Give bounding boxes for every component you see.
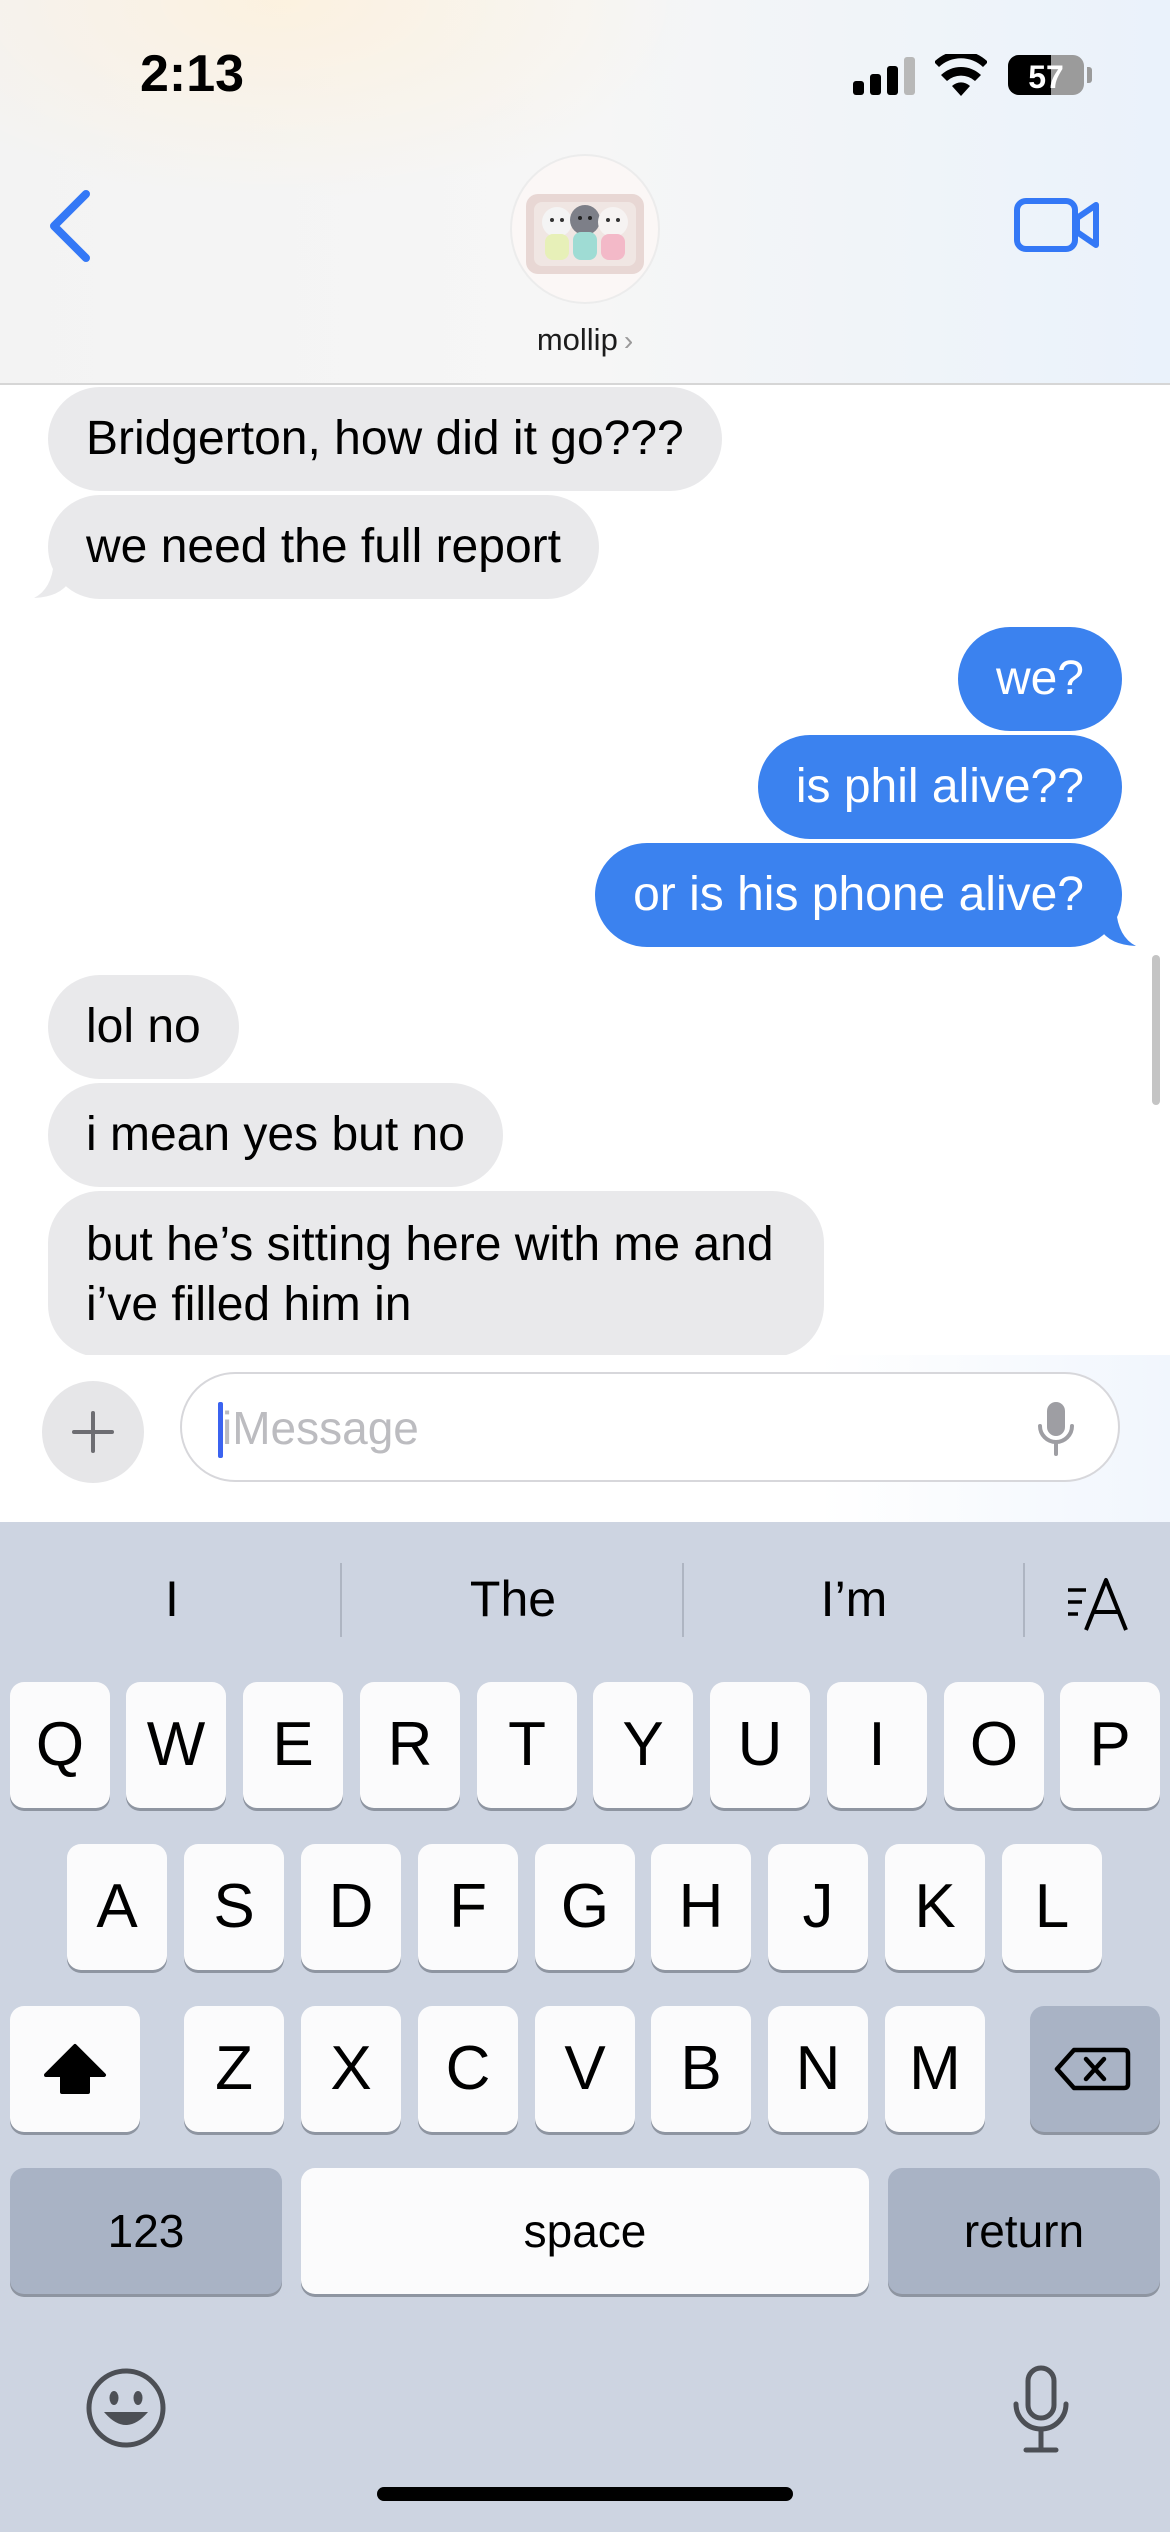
key-c[interactable]: C [418,2006,518,2132]
bubble-tail [34,551,70,598]
delete-key[interactable] [1030,2006,1160,2132]
key-u[interactable]: U [710,1682,810,1808]
contact-name[interactable]: mollip › [0,322,1170,358]
suggestion-divider [340,1563,342,1637]
message-list[interactable]: Bridgerton, how did it go??? we need the… [0,385,1170,1355]
battery-cap [1087,67,1092,83]
message-bubble-received[interactable]: we need the full report [48,495,599,599]
shift-key[interactable] [10,2006,140,2132]
status-time: 2:13 [140,45,245,103]
key-b[interactable]: B [651,2006,751,2132]
wifi-icon [935,54,987,96]
battery-icon: 57 [1008,55,1084,95]
key-r[interactable]: R [360,1682,460,1808]
battery-percent: 57 [1028,59,1064,95]
key-x[interactable]: X [301,2006,401,2132]
contact-name-label: mollip [536,322,618,357]
compose-bar: iMessage [0,1355,1170,1522]
message-text: Bridgerton, how did it go??? [86,412,684,465]
video-camera-icon[interactable] [1014,196,1100,254]
message-text: we? [995,652,1084,705]
message-bubble-received[interactable]: i mean yes but no [48,1083,503,1187]
microphone-icon[interactable] [1036,1400,1076,1458]
chevron-left-icon[interactable] [44,188,96,264]
key-l[interactable]: L [1002,1844,1102,1970]
microphone-icon[interactable] [1010,2364,1072,2456]
chevron-right-icon: › [623,325,634,356]
key-v[interactable]: V [535,2006,635,2132]
suggestion[interactable]: I [2,1570,342,1640]
key-z[interactable]: Z [184,2006,284,2132]
key-f[interactable]: F [418,1844,518,1970]
key-e[interactable]: E [243,1682,343,1808]
conversation-header: 2:13 57 mollip › [0,0,1170,385]
message-text: is phil alive?? [795,760,1084,813]
key-s[interactable]: S [184,1844,284,1970]
message-bubble-received[interactable]: but he’s sitting here with me and i’ve f… [48,1191,824,1355]
suggestion[interactable]: The [343,1570,683,1640]
delete-icon [1054,2047,1131,2091]
key-d[interactable]: D [301,1844,401,1970]
message-input[interactable]: iMessage [180,1372,1120,1482]
cellular-signal-icon [853,57,915,95]
avatar[interactable] [512,156,658,302]
message-text: i mean yes but no [86,1108,465,1161]
home-indicator[interactable] [377,2487,793,2501]
plus-icon[interactable] [42,1381,144,1483]
key-g[interactable]: G [535,1844,635,1970]
message-bubble-sent[interactable]: is phil alive?? [757,735,1122,839]
suggestion[interactable]: I’m [684,1570,1024,1640]
key-a[interactable]: A [67,1844,167,1970]
key-n[interactable]: N [768,2006,868,2132]
emoji-icon[interactable] [84,2366,168,2450]
numbers-key[interactable]: 123 [10,2168,282,2294]
message-bubble-received[interactable]: Bridgerton, how did it go??? [48,387,722,491]
message-text: we need the full report [86,520,561,573]
key-o[interactable]: O [944,1682,1044,1808]
message-text: or is his phone alive? [633,868,1084,921]
key-y[interactable]: Y [593,1682,693,1808]
bubble-tail [1100,899,1136,946]
message-text-line: i’ve filled him in [86,1278,412,1331]
return-key[interactable]: return [888,2168,1160,2294]
scroll-indicator[interactable] [1152,955,1160,1105]
message-bubble-sent[interactable]: or is his phone alive? [595,843,1122,947]
key-t[interactable]: T [477,1682,577,1808]
avatar-image [526,194,644,274]
key-q[interactable]: Q [10,1682,110,1808]
predictive-bar: I The I’m [0,1522,1170,1680]
message-text-line: but he’s sitting here with me and [86,1218,774,1271]
message-input-placeholder: iMessage [222,1402,419,1454]
key-k[interactable]: K [885,1844,985,1970]
key-m[interactable]: M [885,2006,985,2132]
suggestion-divider [1023,1563,1025,1637]
message-bubble-sent[interactable]: we? [957,627,1122,731]
key-h[interactable]: H [651,1844,751,1970]
key-p[interactable]: P [1060,1682,1160,1808]
space-key[interactable]: space [301,2168,869,2294]
message-text: lol no [86,1000,201,1053]
shift-icon [44,2044,106,2094]
key-j[interactable]: J [768,1844,868,1970]
text-format-icon[interactable] [1064,1574,1134,1634]
message-bubble-received[interactable]: lol no [48,975,239,1079]
key-w[interactable]: W [126,1682,226,1808]
keyboard: I The I’m Q W E R T Y U I O P A S D F G … [0,1522,1170,2532]
key-i[interactable]: I [827,1682,927,1808]
